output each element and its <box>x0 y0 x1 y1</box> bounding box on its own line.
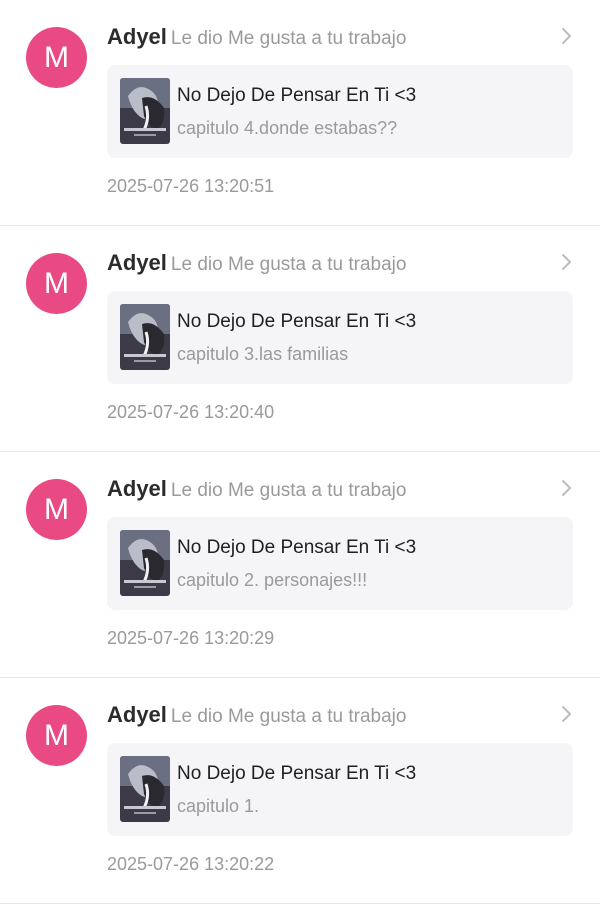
work-title: No Dejo De Pensar En Ti <3 <box>177 311 417 332</box>
chevron-right-icon[interactable] <box>556 478 576 498</box>
book-cover-thumbnail <box>120 756 170 822</box>
chevron-right-icon[interactable] <box>556 704 576 724</box>
notification-headline: Adyel Le dio Me gusta a tu trabajo <box>107 475 406 506</box>
action-text: Le dio Me gusta a tu trabajo <box>170 254 407 275</box>
work-title: No Dejo De Pensar En Ti <3 <box>177 537 417 558</box>
avatar[interactable]: M <box>26 27 87 88</box>
action-text: Le dio Me gusta a tu trabajo <box>170 480 407 501</box>
notification-feed: M Adyel Le dio Me gusta a tu trabajo No D… <box>0 0 600 904</box>
notification-headline: Adyel Le dio Me gusta a tu trabajo <box>107 249 406 280</box>
chevron-right-icon[interactable] <box>556 26 576 46</box>
book-cover-thumbnail <box>120 530 170 596</box>
username[interactable]: Adyel <box>107 250 167 275</box>
username[interactable]: Adyel <box>107 702 167 727</box>
work-card[interactable]: No Dejo De Pensar En Ti <3 capitulo 2. p… <box>107 517 573 610</box>
timestamp: 2025-07-26 13:20:51 <box>107 176 275 196</box>
notification-item[interactable]: M Adyel Le dio Me gusta a tu trabajo No D… <box>0 452 600 678</box>
chapter-title: capitulo 1. <box>177 796 260 816</box>
username[interactable]: Adyel <box>107 476 167 501</box>
notification-item[interactable]: M Adyel Le dio Me gusta a tu trabajo No D… <box>0 0 600 226</box>
book-cover-thumbnail <box>120 78 170 144</box>
action-text: Le dio Me gusta a tu trabajo <box>170 706 407 727</box>
notification-item[interactable]: M Adyel Le dio Me gusta a tu trabajo No D… <box>0 678 600 904</box>
chevron-right-icon[interactable] <box>556 252 576 272</box>
notification-headline: Adyel Le dio Me gusta a tu trabajo <box>107 701 406 732</box>
avatar[interactable]: M <box>26 479 87 540</box>
username[interactable]: Adyel <box>107 24 167 49</box>
notification-headline: Adyel Le dio Me gusta a tu trabajo <box>107 23 406 54</box>
timestamp: 2025-07-26 13:20:22 <box>107 854 275 874</box>
chapter-title: capitulo 4.donde estabas?? <box>177 118 398 138</box>
work-card[interactable]: No Dejo De Pensar En Ti <3 capitulo 1. <box>107 743 573 836</box>
avatar[interactable]: M <box>26 253 87 314</box>
work-card[interactable]: No Dejo De Pensar En Ti <3 capitulo 4.do… <box>107 65 573 158</box>
timestamp: 2025-07-26 13:20:29 <box>107 628 275 648</box>
book-cover-thumbnail <box>120 304 170 370</box>
work-title: No Dejo De Pensar En Ti <3 <box>177 763 417 784</box>
avatar[interactable]: M <box>26 705 87 766</box>
chapter-title: capitulo 3.las familias <box>177 344 349 364</box>
notification-item[interactable]: M Adyel Le dio Me gusta a tu trabajo No D… <box>0 226 600 452</box>
action-text: Le dio Me gusta a tu trabajo <box>170 28 407 49</box>
timestamp: 2025-07-26 13:20:40 <box>107 402 275 422</box>
work-card[interactable]: No Dejo De Pensar En Ti <3 capitulo 3.la… <box>107 291 573 384</box>
chapter-title: capitulo 2. personajes!!! <box>177 570 368 590</box>
work-title: No Dejo De Pensar En Ti <3 <box>177 85 417 106</box>
